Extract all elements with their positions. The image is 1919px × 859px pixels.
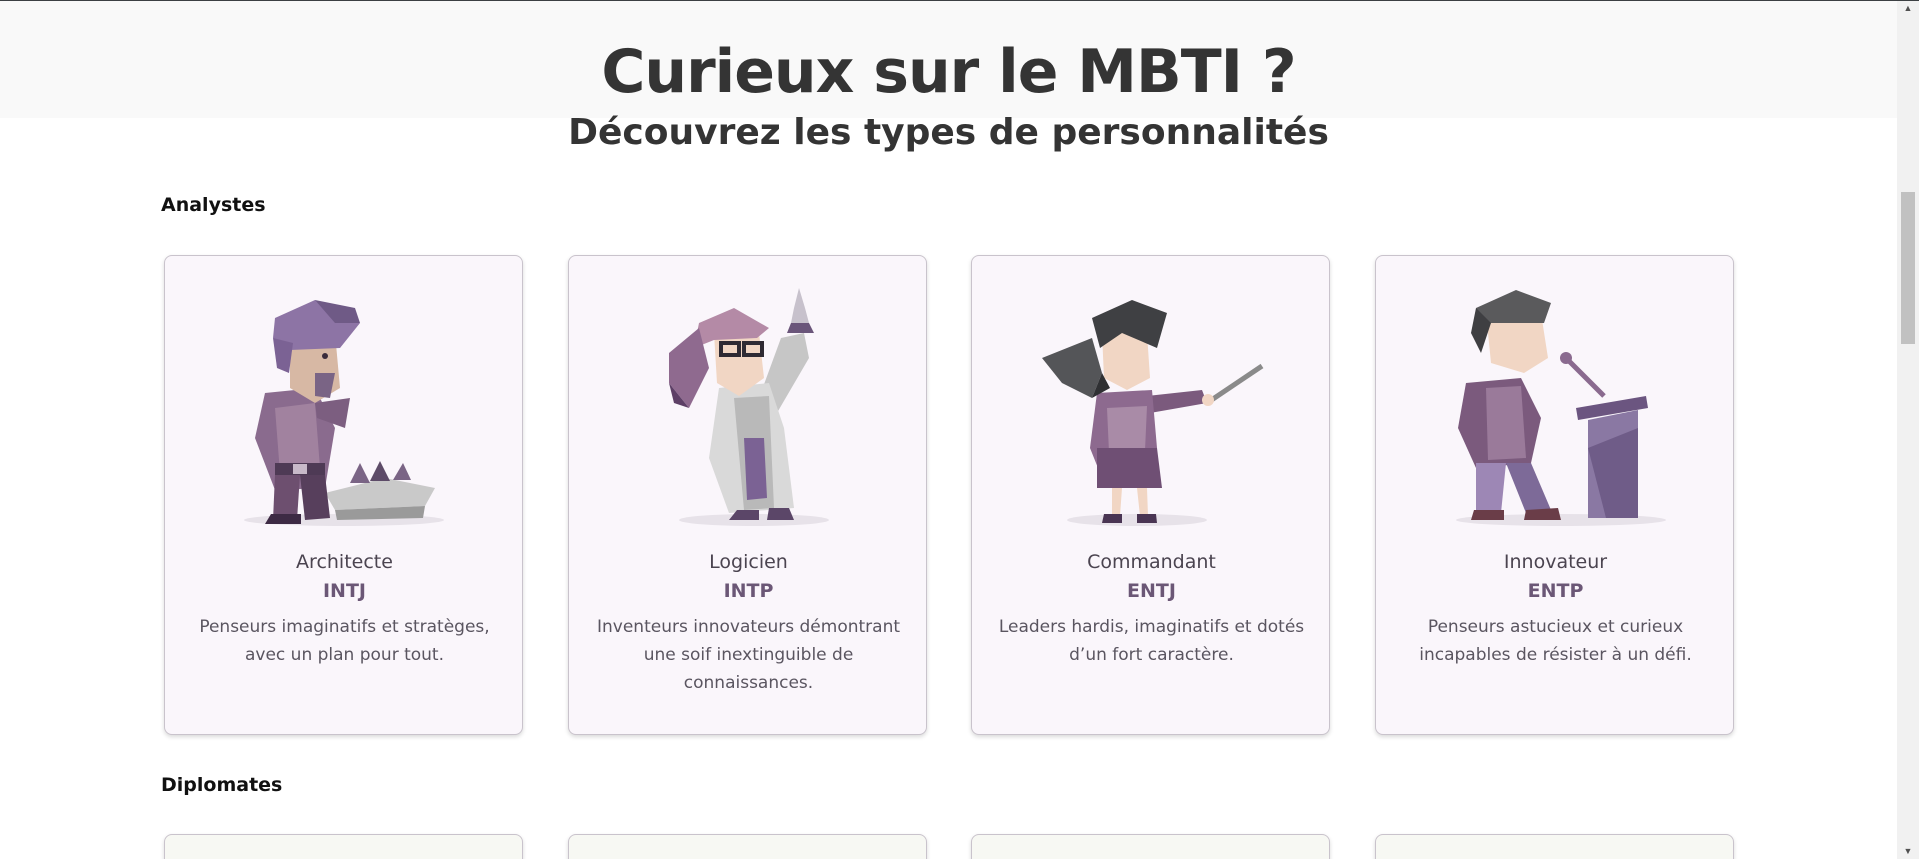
architect-illustration	[244, 300, 444, 526]
section-title-analystes: Analystes	[161, 194, 266, 216]
card-code: INTP	[723, 580, 774, 602]
personality-card-intj[interactable]: Architecte INTJ Penseurs imaginatifs et …	[164, 255, 523, 735]
personality-card-diplomat-2[interactable]	[568, 834, 927, 859]
card-code: ENTJ	[1127, 580, 1176, 602]
debater-illustration	[1456, 290, 1666, 526]
card-code: ENTP	[1527, 580, 1584, 602]
card-name: Architecte	[296, 551, 393, 573]
personality-card-diplomat-4[interactable]	[1375, 834, 1734, 859]
vertical-scrollbar[interactable]: ▲ ▼	[1897, 1, 1919, 859]
commander-illustration	[1042, 300, 1264, 526]
card-name: Innovateur	[1503, 551, 1608, 573]
scrollbar-thumb[interactable]	[1901, 192, 1915, 344]
personality-card-diplomat-1[interactable]	[164, 834, 523, 859]
card-name: Commandant	[1087, 551, 1216, 573]
card-description: Penseurs imaginatifs et stratèges, avec …	[199, 617, 490, 665]
scroll-down-arrow-icon[interactable]: ▼	[1897, 844, 1919, 858]
logician-illustration	[669, 288, 829, 526]
section-title-diplomates: Diplomates	[161, 774, 283, 796]
scroll-up-arrow-icon[interactable]: ▲	[1897, 1, 1919, 15]
card-name: Logicien	[709, 551, 788, 573]
card-description: Inventeurs innovateurs démontrant une so…	[596, 617, 901, 693]
personality-card-entj[interactable]: Commandant ENTJ Leaders hardis, imaginat…	[971, 255, 1330, 735]
page-title: Curieux sur le MBTI ?	[601, 37, 1296, 107]
card-description: Leaders hardis, imaginatifs et dotés d’u…	[998, 617, 1305, 665]
personality-card-entp[interactable]: Innovateur ENTP Penseurs astucieux et cu…	[1375, 255, 1734, 735]
personality-card-diplomat-3[interactable]	[971, 834, 1330, 859]
page-subtitle: Découvrez les types de personnalités	[568, 112, 1329, 153]
card-description: Penseurs astucieux et curieux incapables…	[1419, 617, 1692, 665]
personality-card-intp[interactable]: Logicien INTP Inventeurs innovateurs dém…	[568, 255, 927, 735]
card-code: INTJ	[322, 580, 366, 602]
